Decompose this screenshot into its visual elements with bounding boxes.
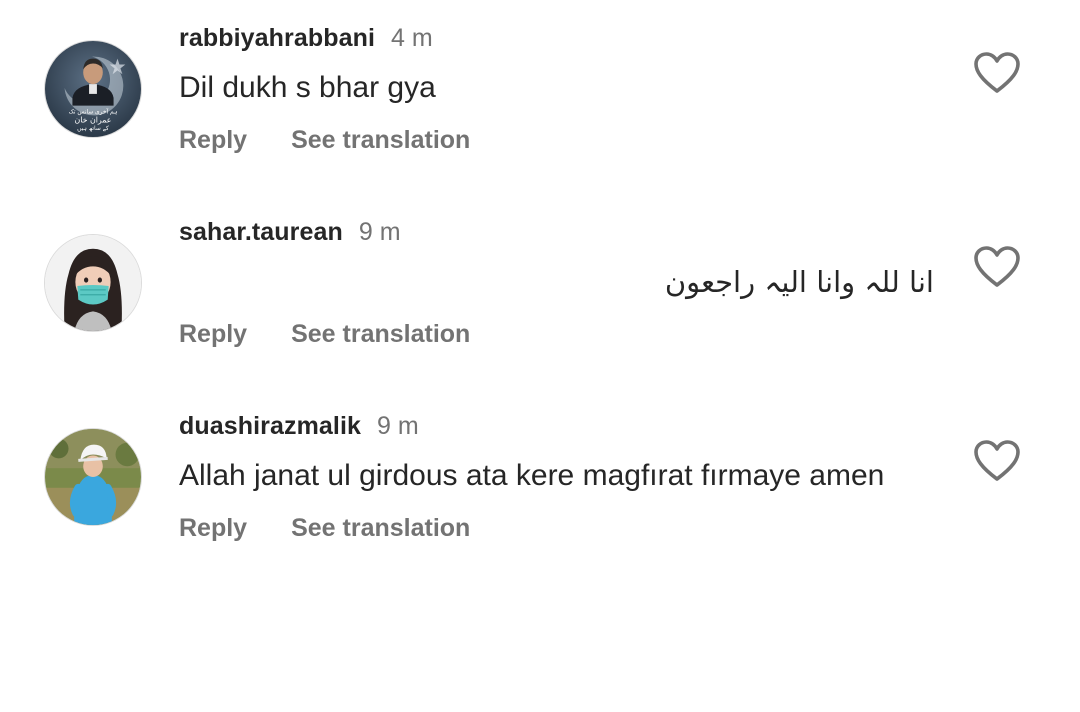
avatar-caption-3: کے ساتھ ہیں bbox=[77, 125, 109, 132]
comment-actions: Reply See translation bbox=[179, 318, 470, 350]
comment-meta: rabbiyahrabbani 4 m bbox=[179, 22, 433, 54]
see-translation-button[interactable]: See translation bbox=[291, 318, 470, 350]
comment-actions: Reply See translation bbox=[179, 124, 470, 156]
avatar[interactable] bbox=[44, 234, 142, 332]
reply-button[interactable]: Reply bbox=[179, 512, 247, 544]
see-translation-button[interactable]: See translation bbox=[291, 512, 470, 544]
comment-item: duashirazmalik 9 m Allah janat ul girdous… bbox=[0, 388, 1080, 568]
avatar[interactable] bbox=[44, 428, 142, 526]
heart-outline-icon[interactable] bbox=[974, 52, 1020, 94]
comment-meta: sahar.taurean 9 m bbox=[179, 216, 401, 248]
username[interactable]: rabbiyahrabbani bbox=[179, 24, 375, 52]
comment-meta: duashirazmalik 9 m bbox=[179, 410, 419, 442]
comment-text: Allah janat ul girdous ata kere magfırat… bbox=[179, 459, 885, 492]
username[interactable]: duashirazmalik bbox=[179, 412, 361, 440]
avatar-caption-2: عمران خان bbox=[75, 115, 112, 124]
reply-button[interactable]: Reply bbox=[179, 318, 247, 350]
timestamp: 9 m bbox=[377, 412, 419, 440]
masked-girl-avatar-icon bbox=[45, 235, 141, 331]
comment-text: انا للہ وانا الیہ راجعون bbox=[664, 265, 934, 299]
comment-item: ہم آخری سانس تک عمران خان کے ساتھ ہیں ra… bbox=[0, 0, 1080, 180]
heart-outline-icon[interactable] bbox=[974, 440, 1020, 482]
timestamp: 4 m bbox=[391, 24, 433, 52]
portrait-flag-avatar-icon: ہم آخری سانس تک عمران خان کے ساتھ ہیں bbox=[45, 41, 141, 137]
see-translation-button[interactable]: See translation bbox=[291, 124, 470, 156]
avatar-caption-1: ہم آخری سانس تک bbox=[69, 107, 118, 115]
comment-text: Dil dukh s bhar gya bbox=[179, 71, 436, 104]
username[interactable]: sahar.taurean bbox=[179, 218, 343, 246]
comment-actions: Reply See translation bbox=[179, 512, 470, 544]
child-photo-avatar-icon bbox=[45, 429, 141, 525]
comment-item: sahar.taurean 9 m انا للہ وانا الیہ راجعو… bbox=[0, 194, 1080, 374]
reply-button[interactable]: Reply bbox=[179, 124, 247, 156]
timestamp: 9 m bbox=[358, 218, 401, 246]
avatar[interactable]: ہم آخری سانس تک عمران خان کے ساتھ ہیں bbox=[44, 40, 142, 138]
heart-outline-icon[interactable] bbox=[974, 246, 1020, 288]
